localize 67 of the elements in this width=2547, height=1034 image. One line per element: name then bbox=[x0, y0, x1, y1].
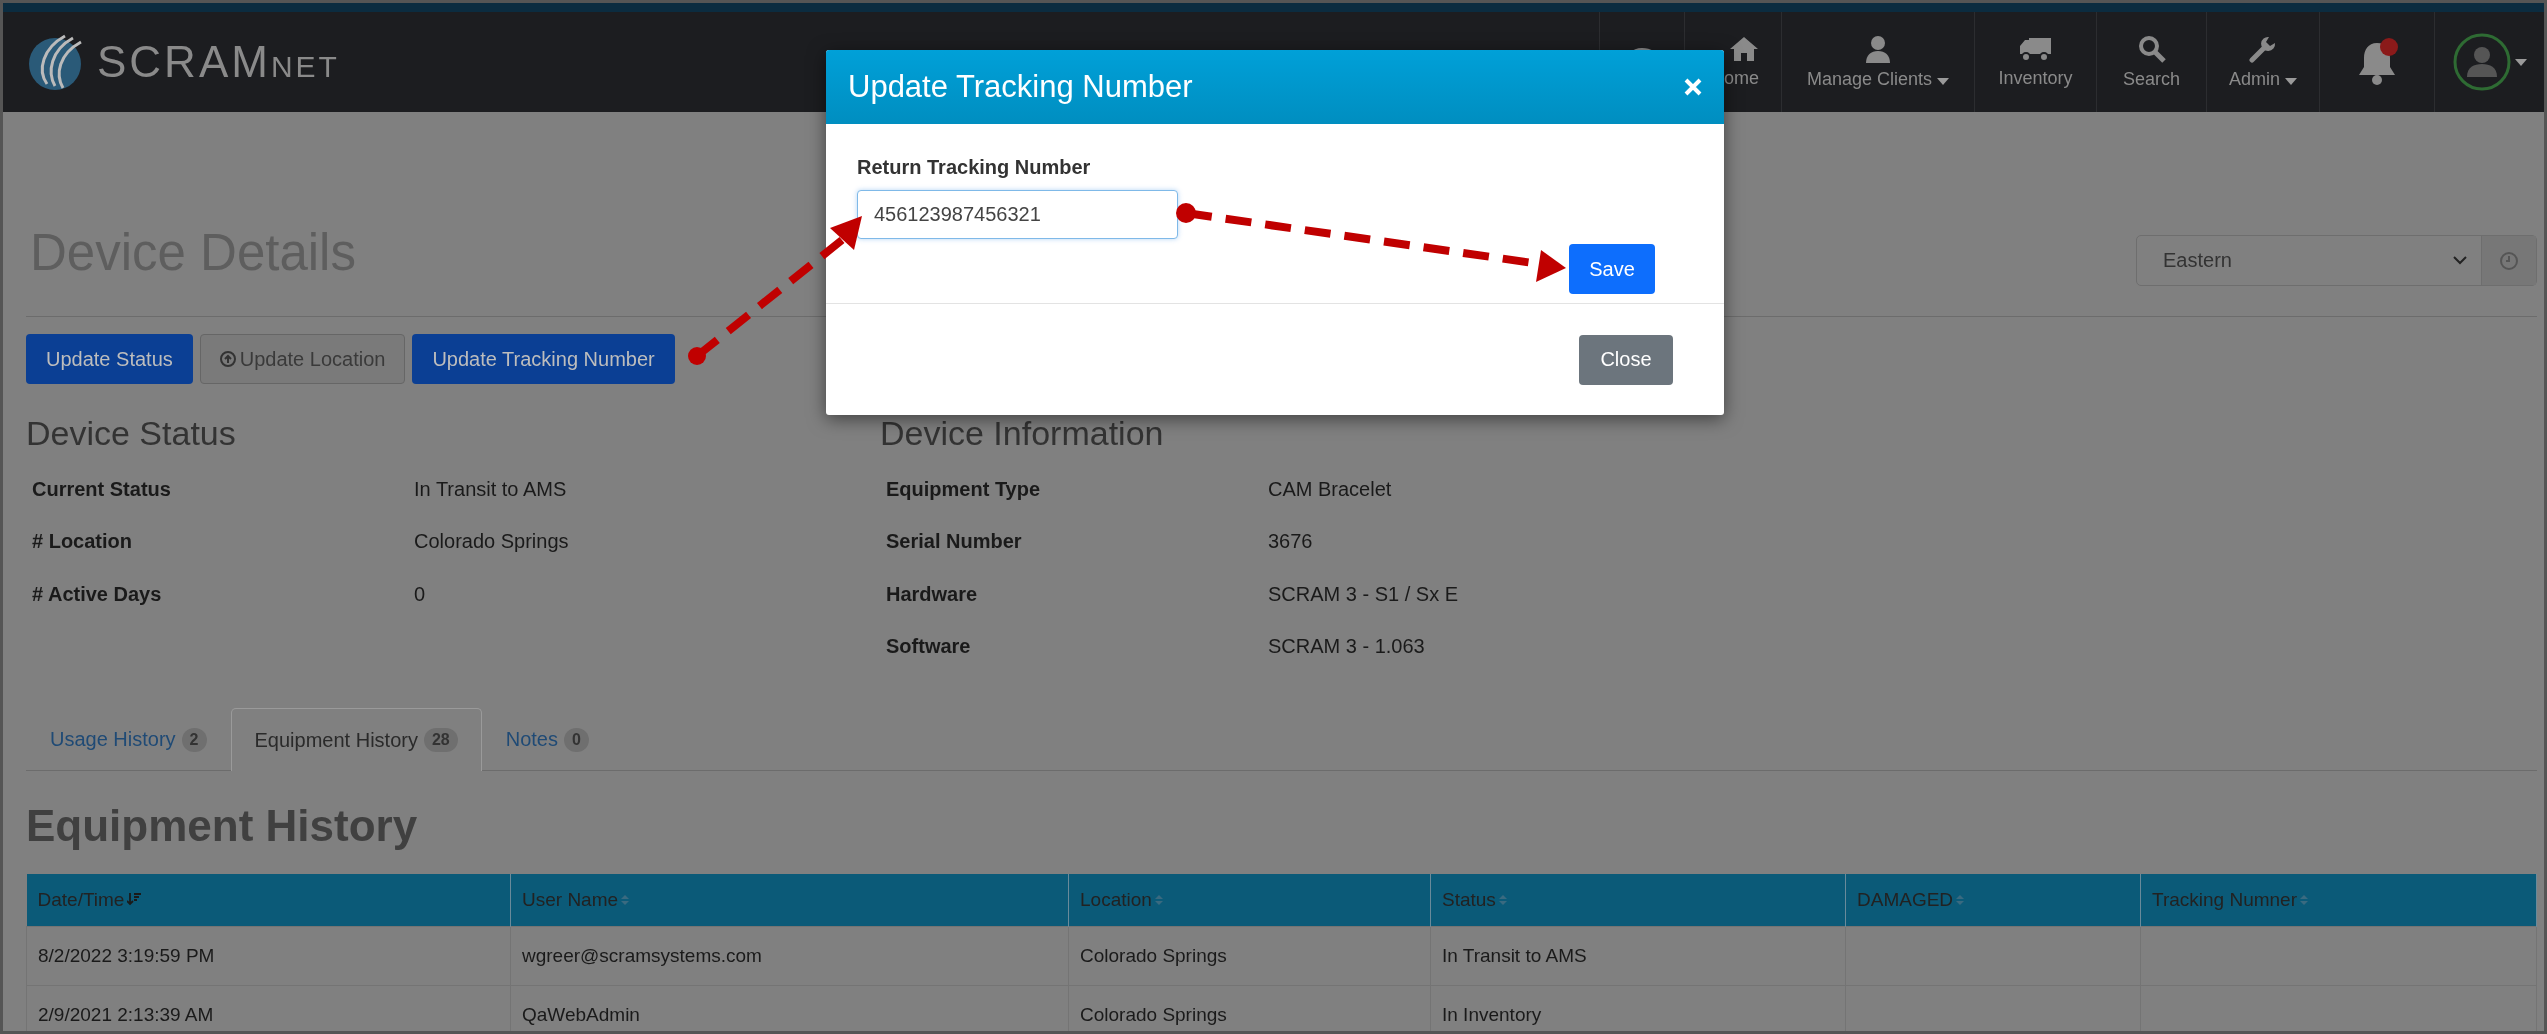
sort-descending-icon[interactable] bbox=[127, 892, 142, 906]
sort-icon[interactable] bbox=[1154, 894, 1163, 906]
field-value: SCRAM 3 - S1 / Sx E bbox=[1268, 582, 1459, 606]
avatar-icon[interactable] bbox=[2452, 33, 2511, 91]
nav-label[interactable]: Search bbox=[2122, 68, 2180, 90]
field-value: Colorado Springs bbox=[414, 530, 569, 554]
column-header[interactable]: Location bbox=[1068, 874, 1431, 927]
count-badge: 2 bbox=[181, 727, 207, 752]
column-header[interactable]: DAMAGED bbox=[1845, 874, 2141, 927]
field-value: In Transit to AMS bbox=[414, 477, 567, 501]
tab[interactable]: Equipment History 28 bbox=[230, 708, 482, 771]
field-label: # Location bbox=[32, 530, 133, 554]
field-label: Hardware bbox=[886, 582, 979, 606]
modal-title: Update Tracking Number bbox=[848, 69, 1193, 105]
column-header[interactable]: User Name bbox=[510, 874, 1069, 927]
tracking-number-field[interactable]: 456123987456321 bbox=[857, 190, 1178, 239]
table-cell: 2/9/2021 2:13:39 AM bbox=[38, 1004, 214, 1025]
save-button[interactable]: Save bbox=[1569, 244, 1655, 294]
table-cell: Colorado Springs bbox=[1080, 1004, 1227, 1025]
upload-icon bbox=[219, 351, 236, 367]
field-label: Return Tracking Number bbox=[857, 156, 1092, 179]
update-location-button[interactable]: Update Location bbox=[199, 334, 406, 384]
action-button[interactable]: Update Tracking Number bbox=[412, 334, 675, 384]
nav-label[interactable]: Manage Clients bbox=[1806, 68, 1950, 90]
column-header[interactable]: Tracking Numner bbox=[2140, 874, 2537, 927]
field-label: Serial Number bbox=[886, 530, 1023, 554]
field-value: 3676 bbox=[1268, 530, 1313, 554]
nav-label[interactable]: ome bbox=[1724, 67, 1759, 89]
tab[interactable]: Notes 0 bbox=[481, 708, 613, 770]
sort-icon[interactable] bbox=[621, 894, 630, 906]
sort-icon[interactable] bbox=[1498, 894, 1507, 906]
column-header[interactable]: Status bbox=[1430, 874, 1846, 927]
section-title: Equipment History bbox=[26, 801, 419, 851]
count-badge: 28 bbox=[423, 728, 458, 752]
nav-label[interactable]: Inventory bbox=[1998, 67, 2073, 89]
sort-icon[interactable] bbox=[1956, 894, 1965, 906]
close-button[interactable]: Close bbox=[1579, 334, 1673, 385]
truck-icon bbox=[2018, 35, 2053, 62]
brand-name: SCRAM NET bbox=[97, 37, 340, 87]
field-value: CAM Bracelet bbox=[1268, 477, 1392, 501]
section-heading: Device Information bbox=[880, 414, 1165, 453]
wrench-icon bbox=[2249, 34, 2277, 63]
field-value: SCRAM 3 - 1.063 bbox=[1268, 635, 1425, 659]
count-badge: 0 bbox=[563, 727, 589, 752]
home-icon bbox=[1729, 35, 1759, 62]
sort-icon[interactable] bbox=[2300, 894, 2308, 906]
field-label: Equipment Type bbox=[886, 477, 1042, 501]
chevron-icon bbox=[2453, 256, 2467, 265]
table-cell: wgreer@scramsystems.com bbox=[522, 945, 762, 966]
column-header[interactable]: Date/Time bbox=[26, 874, 511, 927]
field-label: Software bbox=[886, 635, 972, 659]
table-cell: 8/2/2022 3:19:59 PM bbox=[38, 945, 215, 966]
table-cell: In Transit to AMS bbox=[1442, 945, 1587, 966]
clock-icon[interactable] bbox=[2499, 250, 2519, 271]
table-cell: Colorado Springs bbox=[1080, 945, 1227, 966]
search-icon bbox=[2137, 34, 2166, 63]
table-cell: In Inventory bbox=[1442, 1004, 1542, 1025]
tab[interactable]: Usage History 2 bbox=[26, 708, 231, 770]
user-icon bbox=[1865, 34, 1891, 63]
section-heading: Device Status bbox=[26, 414, 237, 453]
table-cell: QaWebAdmin bbox=[522, 1004, 640, 1025]
field-value: 0 bbox=[414, 582, 426, 606]
close-icon[interactable] bbox=[1684, 78, 1702, 96]
field-label: # Active Days bbox=[32, 582, 163, 606]
field-label: Current Status bbox=[32, 477, 172, 501]
nav-label[interactable]: Admin bbox=[2229, 68, 2297, 90]
action-button[interactable]: Update Status bbox=[26, 334, 193, 384]
